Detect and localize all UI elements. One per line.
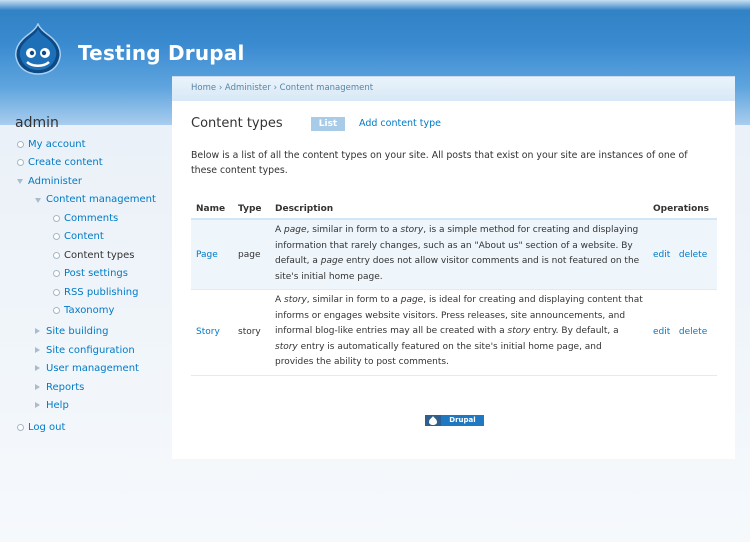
sidebar-item-administer[interactable]: Administer [28, 176, 82, 187]
sidebar-item-site-configuration[interactable]: Site configuration [46, 345, 135, 356]
sidebar-item-content-types[interactable]: Content types [64, 250, 135, 261]
sidebar-item-my-account[interactable]: My account [28, 139, 86, 150]
collapsed-arrow-icon [35, 328, 40, 334]
desc-part: entry. By default, a [530, 326, 619, 336]
breadcrumb: Home › Administer › Content management [191, 83, 373, 93]
col-name: Name [191, 199, 233, 220]
drupal-drop-icon [425, 415, 441, 426]
row-name-link[interactable]: Story [196, 327, 220, 337]
content-types-table: Name Type Description Operations Page pa… [191, 199, 717, 376]
sidebar-item-rss-publishing[interactable]: RSS publishing [64, 287, 138, 298]
desc-part: A [275, 295, 285, 305]
sidebar-item-post-settings[interactable]: Post settings [64, 268, 128, 279]
bullet-icon [53, 307, 60, 314]
badge-label: Drupal [441, 415, 484, 426]
desc-part: story [507, 326, 531, 336]
breadcrumb-separator: › [273, 83, 277, 93]
delete-link[interactable]: delete [679, 327, 707, 337]
row-name-link[interactable]: Page [196, 250, 218, 260]
main-content: Home › Administer › Content management C… [172, 76, 735, 459]
col-operations: Operations [648, 199, 717, 220]
edit-link[interactable]: edit [653, 250, 670, 260]
sidebar-item-create-content[interactable]: Create content [28, 157, 103, 168]
tab-add-content-type[interactable]: Add content type [359, 118, 441, 129]
row-type: page [238, 249, 261, 260]
collapsed-arrow-icon [35, 402, 40, 408]
bullet-icon [53, 215, 60, 222]
expanded-arrow-icon [35, 198, 41, 203]
edit-link[interactable]: edit [653, 327, 670, 337]
desc-part: page [284, 225, 307, 235]
table-row: Page page A page, similar in form to a s… [191, 219, 717, 290]
table-row: Story story A story, similar in form to … [191, 289, 717, 376]
bullet-icon [17, 141, 24, 148]
sidebar-item-log-out[interactable]: Log out [28, 422, 65, 433]
page-title: Content types [191, 116, 283, 131]
sidebar-item-content-management[interactable]: Content management [46, 194, 156, 205]
desc-part: , similar in form to a [306, 295, 401, 305]
col-type: Type [233, 199, 270, 220]
row-type: story [238, 327, 261, 338]
sidebar-item-content[interactable]: Content [64, 231, 104, 242]
sidebar-item-user-management[interactable]: User management [46, 363, 139, 374]
desc-part: entry is automatically featured on the s… [275, 341, 602, 368]
desc-part: page [320, 256, 344, 266]
powered-by-drupal-badge[interactable]: Drupal [425, 415, 484, 426]
tab-list[interactable]: List [311, 117, 345, 131]
sidebar-item-taxonomy[interactable]: Taxonomy [64, 305, 114, 316]
bullet-icon [17, 424, 24, 431]
sidebar-item-help[interactable]: Help [46, 400, 69, 411]
breadcrumb-home[interactable]: Home [191, 83, 216, 93]
site-name[interactable]: Testing Drupal [78, 41, 245, 65]
breadcrumb-content-management[interactable]: Content management [280, 83, 373, 93]
desc-part: A [275, 225, 285, 235]
drupal-logo-icon[interactable] [15, 23, 61, 75]
row-description: A story, similar in form to a page, is i… [270, 290, 648, 376]
desc-part: story [284, 295, 307, 305]
desc-part: , similar in form to a [306, 225, 401, 235]
delete-link[interactable]: delete [679, 250, 707, 260]
breadcrumb-administer[interactable]: Administer [225, 83, 271, 93]
desc-part: story [275, 341, 298, 352]
desc-part: story [400, 225, 424, 235]
bullet-icon [17, 159, 24, 166]
collapsed-arrow-icon [35, 384, 40, 390]
bullet-icon [53, 233, 60, 240]
breadcrumb-bar: Home › Administer › Content management [172, 77, 735, 101]
bullet-icon [53, 270, 60, 277]
expanded-arrow-icon [17, 179, 23, 184]
collapsed-arrow-icon [35, 365, 40, 371]
bullet-icon [53, 252, 60, 259]
sidebar-item-reports[interactable]: Reports [46, 382, 84, 393]
sidebar-item-comments[interactable]: Comments [64, 213, 118, 224]
row-description: A page, similar in form to a story, is a… [270, 219, 648, 290]
bullet-icon [53, 289, 60, 296]
collapsed-arrow-icon [35, 347, 40, 353]
col-description: Description [270, 199, 648, 220]
sidebar-title: admin [15, 115, 59, 131]
breadcrumb-separator: › [218, 83, 223, 93]
table-header-row: Name Type Description Operations [191, 199, 717, 220]
desc-part: page [400, 295, 424, 305]
sidebar-item-site-building[interactable]: Site building [46, 326, 108, 337]
intro-text: Below is a list of all the content types… [191, 150, 688, 176]
